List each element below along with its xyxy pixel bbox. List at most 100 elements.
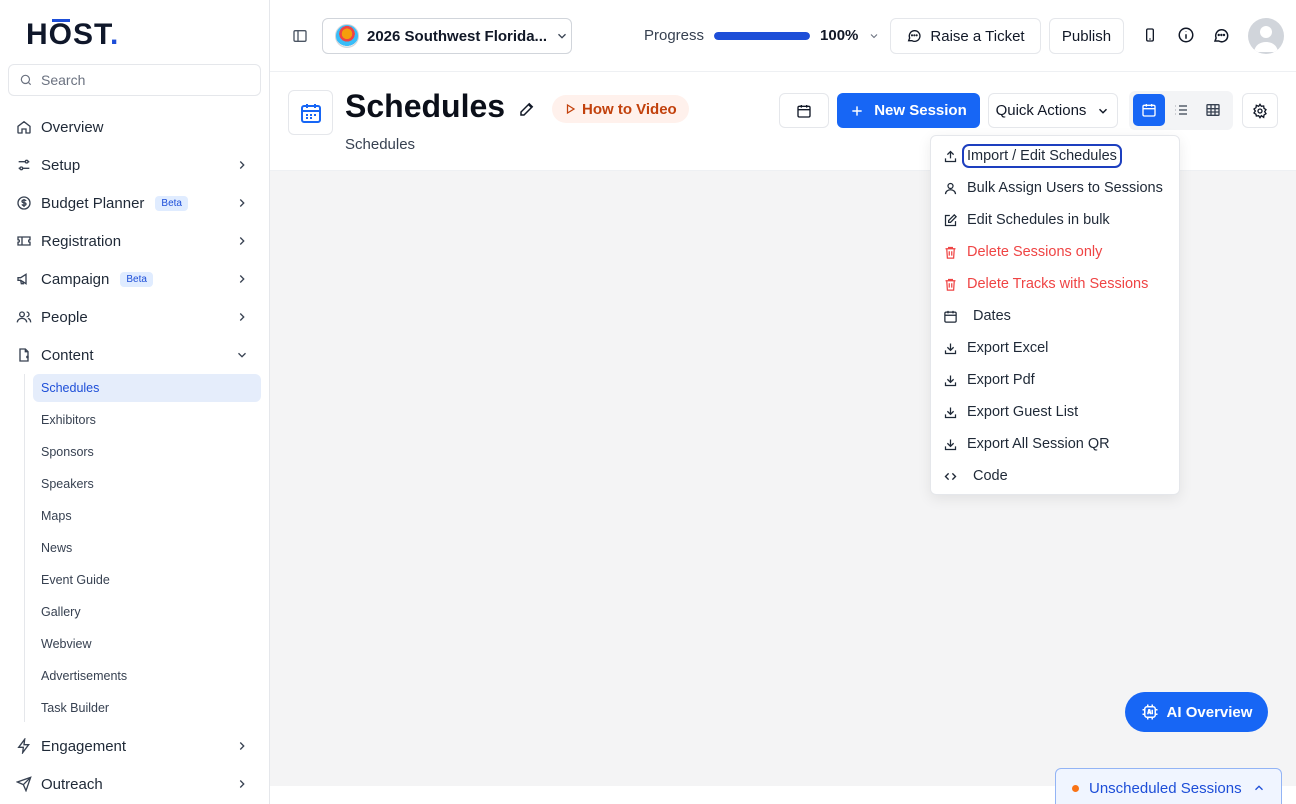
document-icon <box>19 348 29 362</box>
sidebar-item-label: Engagement <box>41 737 127 755</box>
menu-item-export-excel[interactable]: Export Excel <box>943 334 1048 362</box>
breadcrumb[interactable]: Schedules <box>345 136 415 153</box>
sidebar-subitem-maps[interactable]: Maps <box>33 502 261 530</box>
sidebar-subitem-schedules[interactable]: Schedules <box>33 374 261 402</box>
event-logo-icon <box>335 24 359 48</box>
menu-item-export-guest-list[interactable]: Export Guest List <box>943 398 1078 426</box>
edit-icon <box>944 213 958 226</box>
menu-item-bulk-assign-users[interactable]: Bulk Assign Users to Sessions <box>943 174 1163 202</box>
download-icon <box>944 375 957 386</box>
chevron-right-icon <box>239 237 245 245</box>
chevron-up-icon <box>1254 785 1263 791</box>
sidebar-item-registration[interactable]: Registration <box>8 223 261 259</box>
settings-button[interactable] <box>1242 93 1278 128</box>
user-avatar[interactable] <box>1248 18 1284 54</box>
sidebar-subitem-webview[interactable]: Webview <box>33 630 261 658</box>
search-box[interactable] <box>8 64 261 96</box>
sidebar-subitem-event-guide[interactable]: Event Guide <box>33 566 261 594</box>
menu-item-code[interactable]: Code <box>943 462 1008 490</box>
sidebar-item-budget-planner[interactable]: Budget Planner Beta <box>8 185 261 221</box>
sidebar-item-engagement[interactable]: Engagement <box>8 728 261 764</box>
info-icon <box>1178 27 1194 43</box>
submenu-divider <box>24 374 25 722</box>
menu-item-export-all-session-qr[interactable]: Export All Session QR <box>943 430 1110 458</box>
chevron-right-icon <box>239 161 245 169</box>
raise-ticket-button[interactable]: Raise a Ticket <box>890 18 1041 54</box>
sidebar-toggle-button[interactable] <box>292 28 308 44</box>
sidebar-item-content[interactable]: Content <box>8 337 261 373</box>
calendar-icon <box>797 104 811 118</box>
mobile-preview-button[interactable] <box>1142 26 1158 44</box>
sidebar-item-campaign[interactable]: Campaign Beta <box>8 261 261 297</box>
home-icon <box>17 120 31 134</box>
quick-actions-label: Quick Actions <box>995 102 1087 119</box>
menu-item-dates[interactable]: Dates <box>943 302 1011 330</box>
chat-bubble-icon <box>908 30 922 42</box>
unscheduled-sessions-panel[interactable]: Unscheduled Sessions <box>1055 768 1282 804</box>
sidebar-subitem-news[interactable]: News <box>33 534 261 562</box>
progress-value: 100% <box>820 27 859 44</box>
chevron-down-icon <box>871 33 878 38</box>
pencil-icon <box>520 102 534 116</box>
dollar-icon <box>17 196 31 210</box>
chevron-down-icon <box>238 352 246 358</box>
search-input[interactable] <box>41 72 241 88</box>
progress-label: Progress <box>644 27 705 44</box>
sidebar: HOST. Overview Setup Budget Planner Beta… <box>0 0 270 804</box>
sidebar-subitem-task-builder[interactable]: Task Builder <box>33 694 261 722</box>
menu-item-delete-sessions-only[interactable]: Delete Sessions only <box>943 238 1102 266</box>
upload-icon <box>944 150 957 162</box>
list-icon <box>1175 105 1187 115</box>
sidebar-item-label: Registration <box>41 232 122 250</box>
sidebar-subitem-gallery[interactable]: Gallery <box>33 598 261 626</box>
menu-item-delete-tracks-with-sessions[interactable]: Delete Tracks with Sessions <box>943 270 1148 298</box>
sidebar-item-overview[interactable]: Overview <box>8 109 261 145</box>
how-to-video-button[interactable]: How to Video <box>552 95 689 123</box>
sidebar-item-label: Overview <box>41 118 104 136</box>
download-icon <box>944 343 957 354</box>
progress-indicator[interactable]: Progress 100% <box>644 27 880 44</box>
table-view-button[interactable] <box>1197 94 1229 126</box>
play-icon <box>566 103 576 115</box>
send-icon <box>16 776 32 792</box>
event-selector[interactable]: 2026 Southwest Florida... <box>322 18 572 54</box>
calendar-icon <box>944 310 957 323</box>
list-view-button[interactable] <box>1165 94 1197 126</box>
trash-icon <box>945 246 956 259</box>
top-bar: 2026 Southwest Florida... Progress 100% … <box>270 0 1296 72</box>
gear-icon <box>1253 102 1267 119</box>
sidebar-subitem-advertisements[interactable]: Advertisements <box>33 662 261 690</box>
sidebar-item-label: Setup <box>41 156 81 174</box>
menu-item-label: Import / Edit Schedules <box>962 144 1122 168</box>
users-icon <box>16 311 32 323</box>
sidebar-item-setup[interactable]: Setup <box>8 147 261 183</box>
chevron-down-icon <box>1099 108 1108 114</box>
menu-item-export-pdf[interactable]: Export Pdf <box>943 366 1035 394</box>
sidebar-item-outreach[interactable]: Outreach <box>8 766 261 802</box>
quick-actions-button[interactable]: Quick Actions <box>988 93 1118 128</box>
menu-item-label: Export Excel <box>967 340 1049 356</box>
calendar-view-button[interactable] <box>1133 94 1165 126</box>
messages-button[interactable] <box>1212 26 1230 44</box>
sidebar-subitem-sponsors[interactable]: Sponsors <box>33 438 261 466</box>
sidebar-subitem-exhibitors[interactable]: Exhibitors <box>33 406 261 434</box>
user-avatar-icon <box>1254 26 1278 52</box>
publish-button[interactable]: Publish <box>1049 18 1124 54</box>
calendar-button[interactable] <box>779 93 829 128</box>
menu-item-import-edit-schedules[interactable]: Import / Edit Schedules <box>943 142 1122 170</box>
host-logo[interactable]: HOST. <box>26 18 119 52</box>
beta-badge: Beta <box>120 271 153 287</box>
chevron-right-icon <box>239 199 245 207</box>
menu-item-label: Bulk Assign Users to Sessions <box>967 180 1163 196</box>
new-session-button[interactable]: New Session <box>837 93 980 128</box>
menu-item-label: Edit Schedules in bulk <box>967 212 1110 228</box>
sidebar-item-people[interactable]: People <box>8 299 261 335</box>
info-button[interactable] <box>1177 26 1195 44</box>
sidebar-subitem-speakers[interactable]: Speakers <box>33 470 261 498</box>
sidebar-item-label: Campaign <box>41 270 110 288</box>
edit-title-button[interactable] <box>518 100 536 118</box>
page-title: Schedules <box>345 88 506 124</box>
view-switcher <box>1129 91 1233 130</box>
ai-overview-button[interactable]: AI Overview <box>1125 692 1268 732</box>
menu-item-edit-schedules-bulk[interactable]: Edit Schedules in bulk <box>943 206 1110 234</box>
